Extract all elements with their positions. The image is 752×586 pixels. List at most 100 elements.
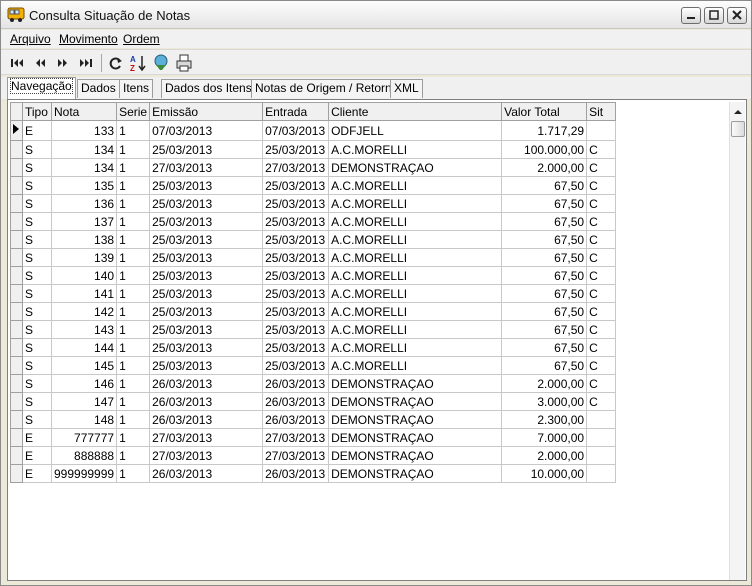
table-cell[interactable]: S: [22, 374, 52, 393]
table-row[interactable]: S 137 1 25/03/2013 25/03/2013 A.C.MORELLI 67,5…: [10, 212, 617, 231]
table-cell[interactable]: C: [586, 248, 617, 267]
table-cell[interactable]: C: [586, 302, 617, 321]
table-cell[interactable]: 142: [50, 302, 118, 321]
tab-notas-de-origem-retorno[interactable]: Notas de Origem / Retorno: [251, 79, 403, 98]
table-cell[interactable]: [586, 410, 617, 429]
table-row[interactable]: S 134 1 25/03/2013 25/03/2013 A.C.MORELLI 100.…: [10, 140, 617, 159]
table-cell[interactable]: S: [22, 356, 52, 375]
table-cell[interactable]: S: [22, 140, 52, 159]
table-cell[interactable]: C: [586, 158, 617, 177]
table-row[interactable]: E 999999999 1 26/03/2013 26/03/2013 DEMONSTRA…: [10, 464, 617, 483]
table-cell[interactable]: 26/03/2013: [262, 410, 330, 429]
vertical-scrollbar[interactable]: [729, 102, 745, 580]
table-cell[interactable]: 777777: [50, 428, 118, 447]
table-cell[interactable]: 25/03/2013: [149, 194, 264, 213]
table-cell[interactable]: 25/03/2013: [262, 248, 330, 267]
table-cell[interactable]: C: [586, 320, 617, 339]
column-header-nota[interactable]: Nota: [50, 102, 118, 121]
table-cell[interactable]: 1: [116, 428, 151, 447]
scrollbar-thumb[interactable]: [731, 121, 745, 137]
table-cell[interactable]: 26/03/2013: [149, 392, 264, 411]
table-cell[interactable]: C: [586, 392, 617, 411]
menu-arquivo[interactable]: Arquivo: [10, 32, 51, 46]
last-record-icon[interactable]: [77, 54, 95, 72]
table-row[interactable]: S 143 1 25/03/2013 25/03/2013 A.C.MORELLI 67,5…: [10, 320, 617, 339]
minimize-button[interactable]: [681, 7, 701, 24]
table-cell[interactable]: 2.300,00: [501, 410, 588, 429]
table-cell[interactable]: A.C.MORELLI: [328, 194, 503, 213]
table-cell[interactable]: 25/03/2013: [149, 302, 264, 321]
table-cell[interactable]: 67,50: [501, 266, 588, 285]
table-cell[interactable]: 67,50: [501, 212, 588, 231]
table-cell[interactable]: 139: [50, 248, 118, 267]
table-cell[interactable]: E: [22, 464, 52, 483]
table-cell[interactable]: S: [22, 266, 52, 285]
table-row[interactable]: S 135 1 25/03/2013 25/03/2013 A.C.MORELLI 67,5…: [10, 176, 617, 195]
table-cell[interactable]: DEMONSTRAÇAO: [328, 392, 503, 411]
table-cell[interactable]: S: [22, 212, 52, 231]
table-cell[interactable]: DEMONSTRAÇAO: [328, 428, 503, 447]
table-row[interactable]: S 148 1 26/03/2013 26/03/2013 DEMONSTRAÇAO 2.3…: [10, 410, 617, 429]
first-record-icon[interactable]: [8, 54, 26, 72]
table-row[interactable]: E 777777 1 27/03/2013 27/03/2013 DEMONSTRAÇAO…: [10, 428, 617, 447]
table-cell[interactable]: 1: [116, 230, 151, 249]
table-cell[interactable]: C: [586, 140, 617, 159]
table-cell[interactable]: DEMONSTRAÇAO: [328, 446, 503, 465]
maximize-button[interactable]: [704, 7, 724, 24]
table-cell[interactable]: S: [22, 410, 52, 429]
table-cell[interactable]: 25/03/2013: [262, 284, 330, 303]
column-header-tipo[interactable]: Tipo: [22, 102, 52, 121]
table-cell[interactable]: 26/03/2013: [262, 392, 330, 411]
table-cell[interactable]: E: [22, 446, 52, 465]
table-cell[interactable]: S: [22, 338, 52, 357]
table-cell[interactable]: 1: [116, 464, 151, 483]
table-cell[interactable]: 1: [116, 212, 151, 231]
table-cell[interactable]: 148: [50, 410, 118, 429]
table-cell[interactable]: 25/03/2013: [262, 302, 330, 321]
table-cell[interactable]: E: [22, 120, 52, 141]
column-header-cliente[interactable]: Cliente: [328, 102, 503, 121]
table-cell[interactable]: 25/03/2013: [262, 194, 330, 213]
table-cell[interactable]: A.C.MORELLI: [328, 212, 503, 231]
table-cell[interactable]: 1: [116, 140, 151, 159]
table-cell[interactable]: C: [586, 194, 617, 213]
table-cell[interactable]: 25/03/2013: [149, 338, 264, 357]
table-cell[interactable]: 67,50: [501, 320, 588, 339]
table-cell[interactable]: 27/03/2013: [149, 158, 264, 177]
table-cell[interactable]: 67,50: [501, 194, 588, 213]
table-cell[interactable]: 1: [116, 284, 151, 303]
table-cell[interactable]: S: [22, 230, 52, 249]
table-cell[interactable]: 27/03/2013: [262, 428, 330, 447]
menu-movimento[interactable]: Movimento: [59, 32, 118, 46]
table-cell[interactable]: DEMONSTRAÇAO: [328, 410, 503, 429]
table-cell[interactable]: 145: [50, 356, 118, 375]
tab-itens[interactable]: Itens: [119, 79, 154, 98]
table-cell[interactable]: C: [586, 212, 617, 231]
table-cell[interactable]: 137: [50, 212, 118, 231]
table-cell[interactable]: 1: [116, 120, 151, 141]
table-cell[interactable]: 140: [50, 266, 118, 285]
table-cell[interactable]: 1: [116, 176, 151, 195]
table-cell[interactable]: 67,50: [501, 338, 588, 357]
sort-az-icon[interactable]: A Z: [129, 54, 147, 72]
table-cell[interactable]: 67,50: [501, 356, 588, 375]
table-cell[interactable]: 2.000,00: [501, 158, 588, 177]
table-cell[interactable]: 1: [116, 248, 151, 267]
table-cell[interactable]: S: [22, 158, 52, 177]
table-cell[interactable]: 134: [50, 158, 118, 177]
table-row[interactable]: S 140 1 25/03/2013 25/03/2013 A.C.MORELLI 67,5…: [10, 266, 617, 285]
table-cell[interactable]: S: [22, 320, 52, 339]
table-cell[interactable]: DEMONSTRAÇAO: [328, 158, 503, 177]
table-cell[interactable]: 25/03/2013: [149, 356, 264, 375]
table-cell[interactable]: 1: [116, 194, 151, 213]
tab-navegacao[interactable]: Navegação: [7, 77, 76, 99]
table-cell[interactable]: 26/03/2013: [149, 464, 264, 483]
table-cell[interactable]: 07/03/2013: [262, 120, 330, 141]
table-row[interactable]: S 136 1 25/03/2013 25/03/2013 A.C.MORELLI 67,5…: [10, 194, 617, 213]
table-cell[interactable]: 25/03/2013: [262, 230, 330, 249]
table-row[interactable]: S 147 1 26/03/2013 26/03/2013 DEMONSTRAÇAO 3.0…: [10, 392, 617, 411]
table-cell[interactable]: S: [22, 194, 52, 213]
table-cell[interactable]: [586, 120, 617, 141]
table-cell[interactable]: 10.000,00: [501, 464, 588, 483]
table-cell[interactable]: A.C.MORELLI: [328, 266, 503, 285]
